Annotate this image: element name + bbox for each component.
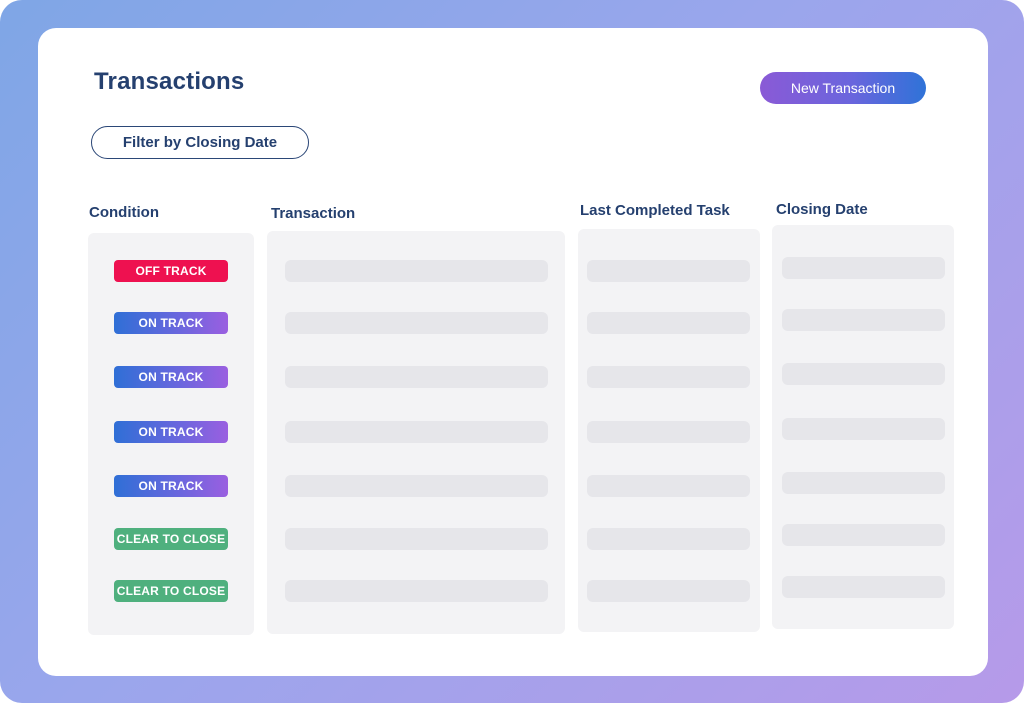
transaction-placeholder — [285, 475, 548, 497]
task-placeholder — [587, 475, 750, 497]
column-header-closing-date: Closing Date — [776, 201, 868, 218]
closing-date-placeholder — [782, 576, 945, 598]
transactions-card: Transactions New Transaction Filter by C… — [38, 28, 988, 676]
transaction-placeholder — [285, 312, 548, 334]
closing-date-placeholder — [782, 472, 945, 494]
last-completed-task-column — [578, 229, 760, 632]
status-badge: CLEAR TO CLOSE — [114, 528, 228, 550]
transaction-column — [267, 231, 565, 634]
transaction-placeholder — [285, 421, 548, 443]
page-title: Transactions — [94, 68, 245, 95]
column-header-condition: Condition — [89, 204, 159, 221]
status-badge: ON TRACK — [114, 312, 228, 334]
task-placeholder — [587, 312, 750, 334]
closing-date-placeholder — [782, 257, 945, 279]
transaction-placeholder — [285, 366, 548, 388]
filter-by-closing-date-button[interactable]: Filter by Closing Date — [91, 126, 309, 159]
column-header-transaction: Transaction — [271, 205, 356, 222]
column-header-last-completed-task: Last Completed Task — [580, 202, 730, 219]
closing-date-placeholder — [782, 418, 945, 440]
status-badge: OFF TRACK — [114, 260, 228, 282]
status-badge: ON TRACK — [114, 366, 228, 388]
closing-date-placeholder — [782, 363, 945, 385]
task-placeholder — [587, 528, 750, 550]
transaction-placeholder — [285, 260, 548, 282]
task-placeholder — [587, 421, 750, 443]
transaction-placeholder — [285, 580, 548, 602]
status-badge: ON TRACK — [114, 475, 228, 497]
task-placeholder — [587, 260, 750, 282]
new-transaction-button[interactable]: New Transaction — [760, 72, 926, 104]
closing-date-placeholder — [782, 524, 945, 546]
transaction-placeholder — [285, 528, 548, 550]
background-frame: Transactions New Transaction Filter by C… — [0, 0, 1024, 703]
condition-column: OFF TRACK ON TRACK ON TRACK ON TRACK ON … — [88, 233, 254, 635]
closing-date-column — [772, 225, 954, 629]
task-placeholder — [587, 580, 750, 602]
closing-date-placeholder — [782, 309, 945, 331]
status-badge: ON TRACK — [114, 421, 228, 443]
task-placeholder — [587, 366, 750, 388]
status-badge: CLEAR TO CLOSE — [114, 580, 228, 602]
